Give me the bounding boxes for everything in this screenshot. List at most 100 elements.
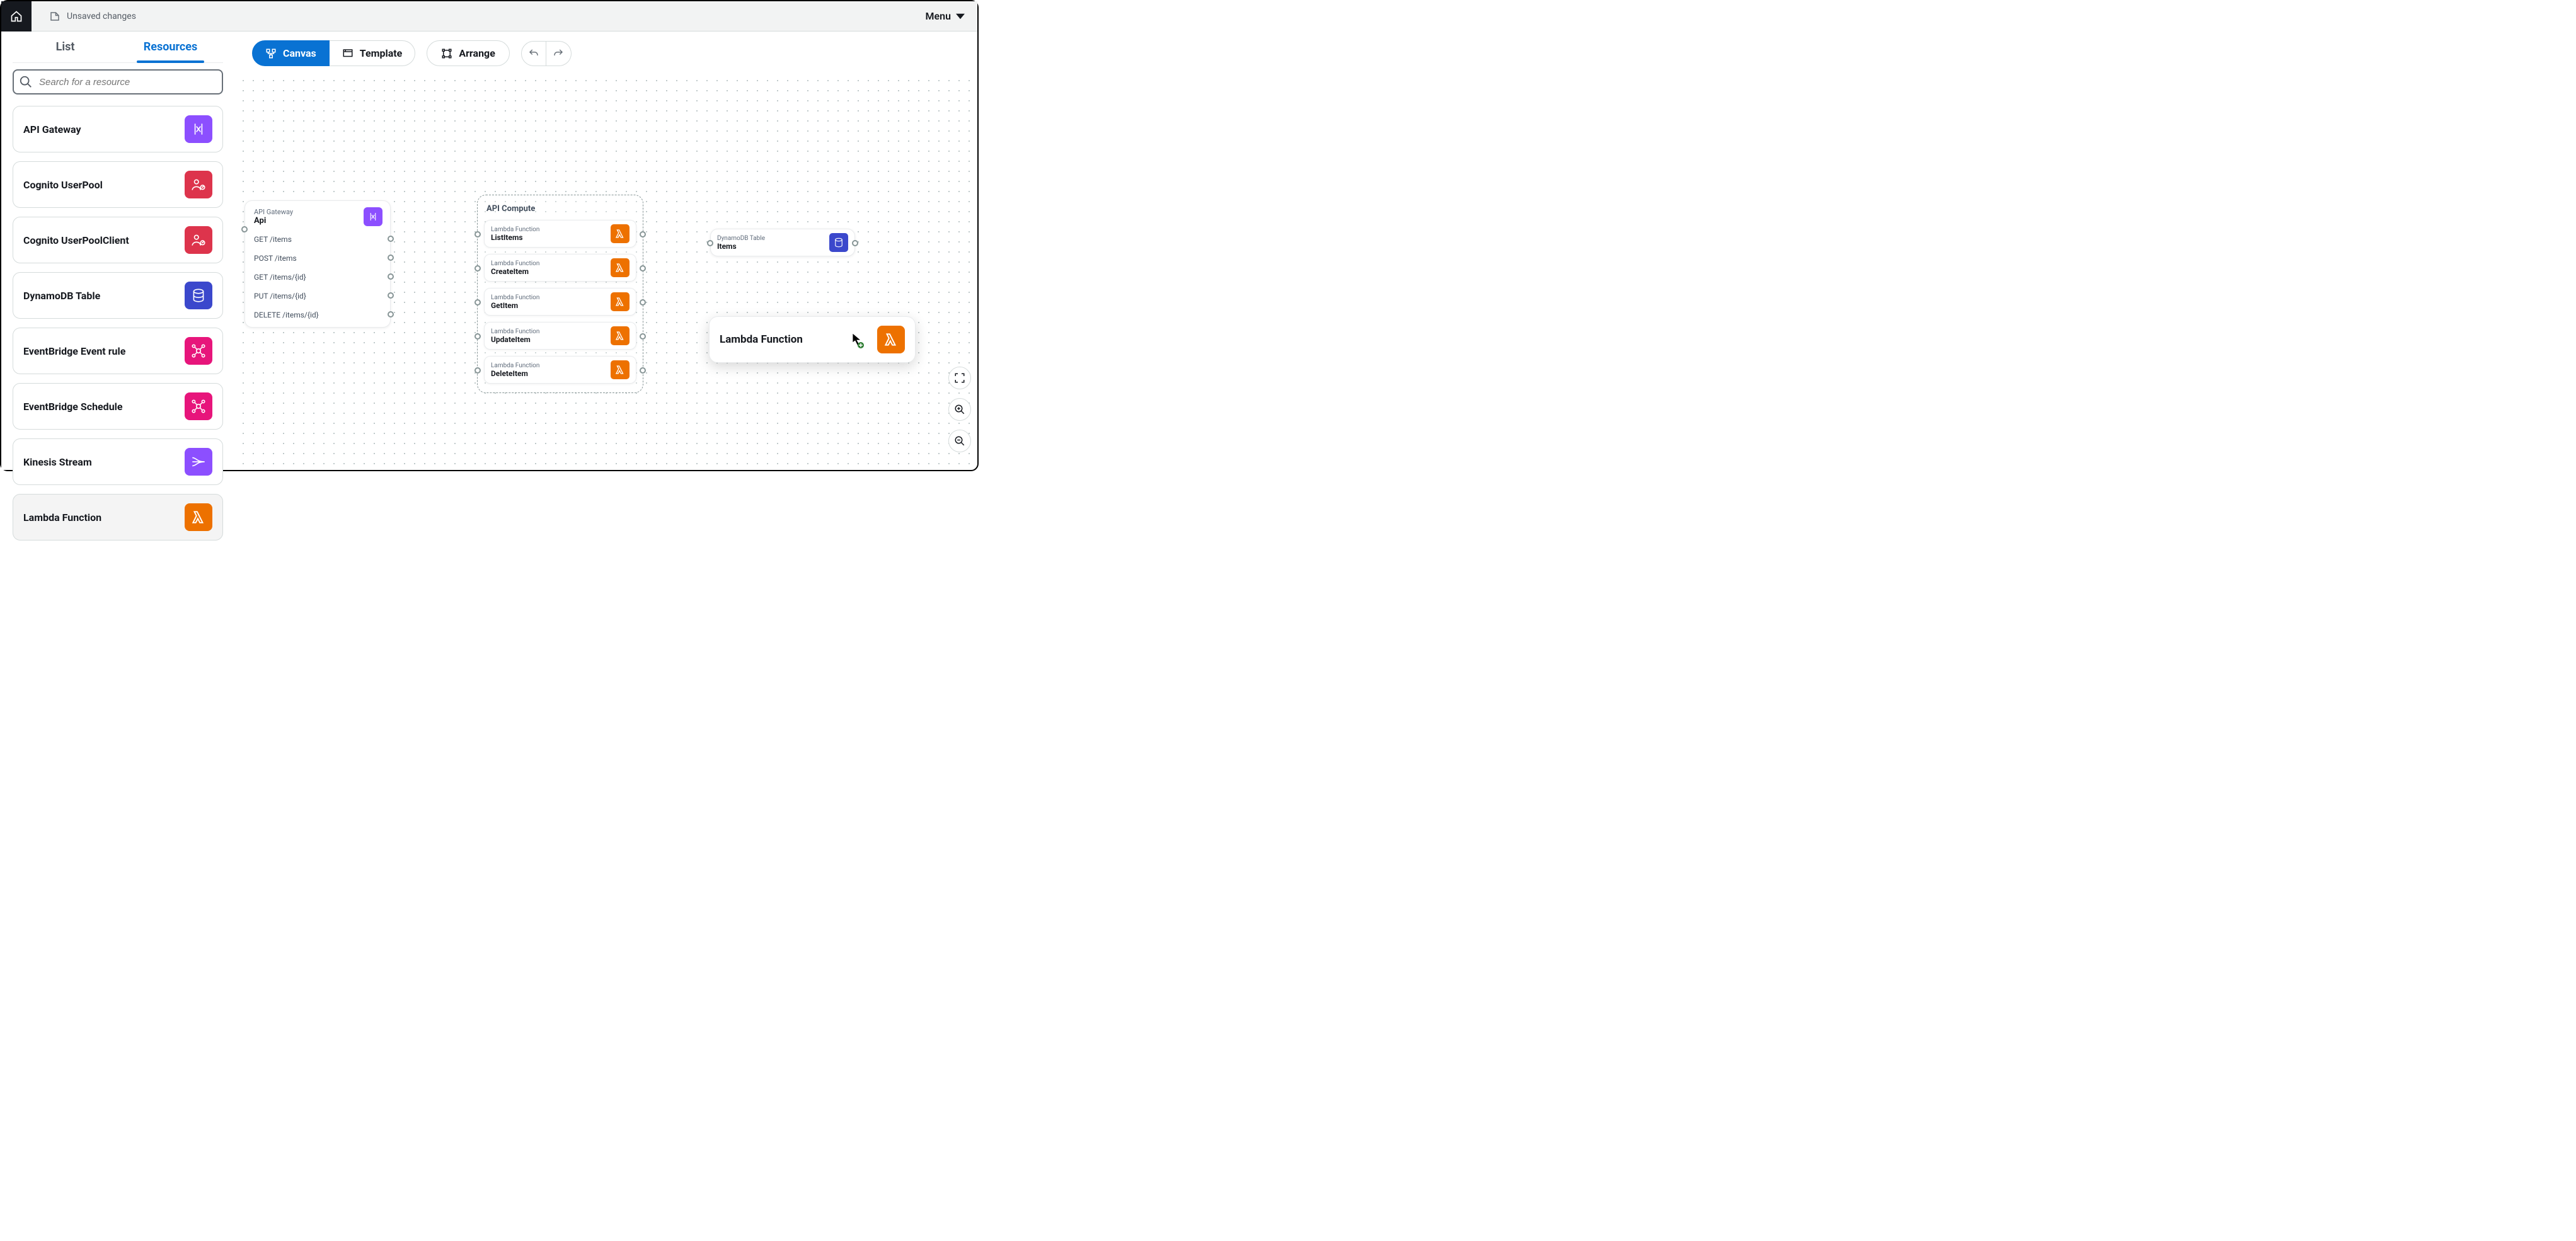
route-row[interactable]: GET /items xyxy=(245,230,390,249)
route-row[interactable]: POST /items xyxy=(245,249,390,268)
zoom-out-icon xyxy=(954,435,965,447)
canvas-toolbar: Canvas Template Arrange xyxy=(252,40,572,66)
resource-cognito-userpoolclient[interactable]: Cognito UserPoolClient xyxy=(13,217,223,263)
route-row[interactable]: GET /items/{id} xyxy=(245,268,390,287)
port[interactable] xyxy=(640,265,646,272)
resource-lambda[interactable]: Lambda Function xyxy=(13,494,223,540)
tab-list[interactable]: List xyxy=(13,31,118,62)
port[interactable] xyxy=(388,311,394,317)
zoom-out-button[interactable] xyxy=(948,430,971,452)
undo-icon xyxy=(528,48,539,59)
dynamodb-icon xyxy=(829,233,848,252)
port[interactable] xyxy=(474,231,481,237)
port[interactable] xyxy=(640,333,646,340)
node-lambda-updateitem[interactable]: Lambda FunctionUpdateItem xyxy=(484,322,636,350)
kinesis-icon xyxy=(185,448,212,476)
resource-label: Kinesis Stream xyxy=(23,456,92,468)
node-lambda-getitem[interactable]: Lambda FunctionGetItem xyxy=(484,288,636,316)
menu-button[interactable]: Menu xyxy=(926,10,965,22)
port[interactable] xyxy=(640,231,646,237)
port[interactable] xyxy=(707,240,713,246)
save-status: Unsaved changes xyxy=(49,11,136,22)
lambda-icon xyxy=(611,360,630,379)
node-type: DynamoDB Table xyxy=(717,235,765,242)
resource-api-gateway[interactable]: API Gateway xyxy=(13,106,223,152)
cognito-client-icon xyxy=(185,226,212,254)
resource-label: EventBridge Schedule xyxy=(23,401,123,413)
group-title: API Compute xyxy=(486,204,634,214)
dynamodb-icon xyxy=(185,282,212,309)
cognito-icon xyxy=(185,171,212,198)
tab-resources[interactable]: Resources xyxy=(118,31,223,62)
node-name: Api xyxy=(254,216,293,226)
topbar: Unsaved changes Menu xyxy=(1,1,977,31)
resource-eventbridge-rule[interactable]: EventBridge Event rule xyxy=(13,328,223,374)
resource-dynamodb[interactable]: DynamoDB Table xyxy=(13,272,223,319)
lambda-icon xyxy=(185,503,212,531)
node-lambda-listitems[interactable]: Lambda FunctionListItems xyxy=(484,220,636,248)
resource-eventbridge-schedule[interactable]: EventBridge Schedule xyxy=(13,383,223,430)
group-api-compute[interactable]: API Compute Lambda FunctionListItems Lam… xyxy=(477,195,643,393)
redo-button[interactable] xyxy=(546,41,572,66)
resource-label: DynamoDB Table xyxy=(23,290,100,302)
resource-cognito-userpool[interactable]: Cognito UserPool xyxy=(13,161,223,208)
port[interactable] xyxy=(388,254,394,261)
route-row[interactable]: DELETE /items/{id} xyxy=(245,306,390,324)
canvas-controls xyxy=(948,367,971,452)
search-input[interactable] xyxy=(13,69,223,94)
resource-label: Cognito UserPoolClient xyxy=(23,234,129,246)
eventbridge-schedule-icon xyxy=(185,392,212,420)
home-icon xyxy=(10,10,23,23)
canvas-view-button[interactable]: Canvas xyxy=(252,40,330,66)
home-button[interactable] xyxy=(1,1,32,31)
file-icon xyxy=(49,11,60,22)
node-api-gateway[interactable]: API Gateway Api GET /items POST /items G… xyxy=(244,200,391,328)
route-row[interactable]: PUT /items/{id} xyxy=(245,287,390,306)
zoom-in-icon xyxy=(954,404,965,415)
resource-label: EventBridge Event rule xyxy=(23,345,125,357)
sidebar-tabs: List Resources xyxy=(13,31,223,63)
resource-label: Cognito UserPool xyxy=(23,179,103,191)
port[interactable] xyxy=(474,367,481,374)
template-label: Template xyxy=(360,47,403,59)
zoom-in-button[interactable] xyxy=(948,398,971,421)
resource-list: API Gateway Cognito UserPool Cognito Use… xyxy=(13,106,223,540)
undo-button[interactable] xyxy=(521,41,546,66)
sidebar: List Resources API Gateway Cognito UserP… xyxy=(1,31,234,470)
node-name: Items xyxy=(717,242,765,251)
port[interactable] xyxy=(640,299,646,306)
canvas[interactable]: Canvas Template Arrange xyxy=(234,31,977,470)
api-gateway-icon xyxy=(364,207,382,226)
ghost-label: Lambda Function xyxy=(720,333,803,346)
resource-label: Lambda Function xyxy=(23,512,101,523)
port[interactable] xyxy=(852,240,858,246)
port[interactable] xyxy=(388,236,394,242)
port[interactable] xyxy=(474,333,481,340)
view-mode-toggle: Canvas Template xyxy=(252,40,415,66)
search-wrap xyxy=(13,69,223,94)
lambda-icon xyxy=(611,224,630,243)
canvas-icon xyxy=(265,48,277,59)
drag-ghost-lambda: Lambda Function xyxy=(709,316,916,363)
port[interactable] xyxy=(474,299,481,306)
api-gateway-icon xyxy=(185,115,212,143)
chevron-down-icon xyxy=(956,12,965,21)
node-lambda-deleteitem[interactable]: Lambda FunctionDeleteItem xyxy=(484,356,636,384)
node-dynamodb[interactable]: DynamoDB Table Items xyxy=(710,229,855,256)
port[interactable] xyxy=(474,265,481,272)
fit-view-button[interactable] xyxy=(948,367,971,389)
port[interactable] xyxy=(388,273,394,280)
resource-label: API Gateway xyxy=(23,123,81,135)
resource-kinesis[interactable]: Kinesis Stream xyxy=(13,438,223,485)
lambda-icon xyxy=(611,258,630,277)
lambda-icon xyxy=(611,326,630,345)
fit-icon xyxy=(954,372,965,384)
port[interactable] xyxy=(640,367,646,374)
template-icon xyxy=(342,48,354,59)
arrange-button[interactable]: Arrange xyxy=(427,40,510,66)
cursor-icon xyxy=(852,333,866,349)
node-lambda-createitem[interactable]: Lambda FunctionCreateItem xyxy=(484,254,636,282)
search-icon xyxy=(19,75,33,89)
port[interactable] xyxy=(388,292,394,299)
template-view-button[interactable]: Template xyxy=(330,40,416,66)
